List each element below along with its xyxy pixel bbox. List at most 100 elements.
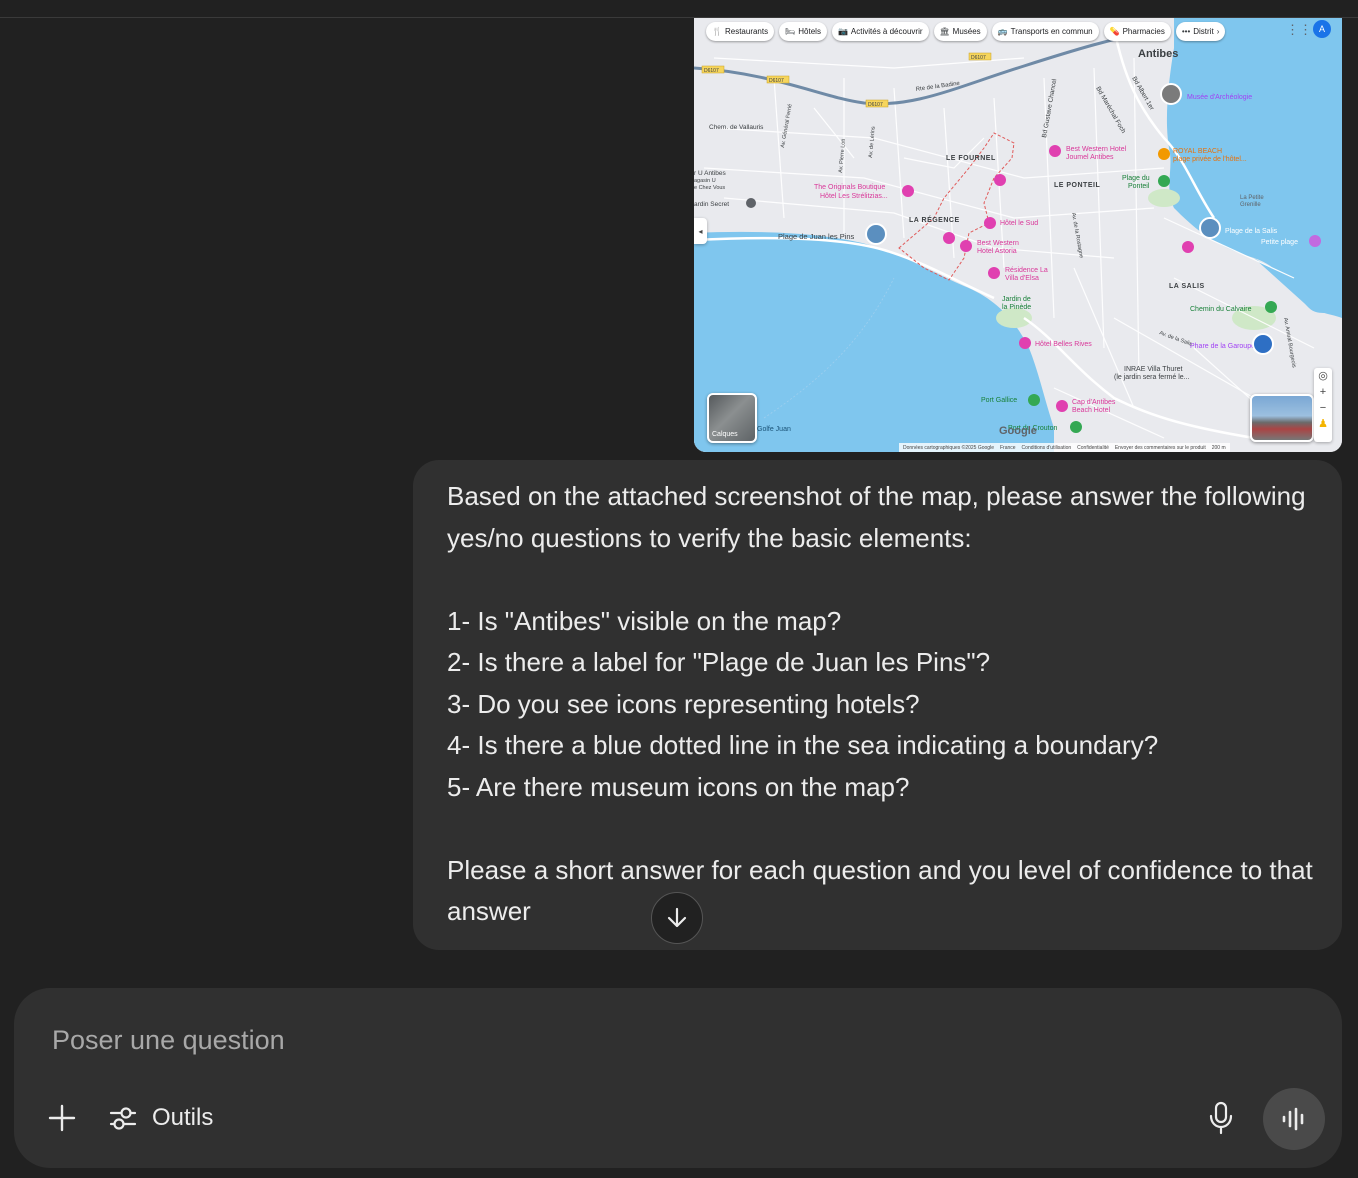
hotel-icon[interactable]: [1056, 400, 1068, 412]
prompt-input[interactable]: [50, 1014, 1254, 1066]
hotel-icon[interactable]: [1182, 241, 1194, 253]
svg-text:agasin U: agasin U: [694, 178, 716, 184]
svg-text:Résidence La: Résidence La: [1005, 267, 1048, 274]
chip-pharmacies[interactable]: 💊 Pharmacies: [1103, 22, 1171, 41]
street-view-thumbnail[interactable]: [1250, 394, 1314, 442]
attached-map-screenshot[interactable]: Antibes Musée d'Archéologie ROYAL BEACH …: [694, 18, 1342, 452]
scroll-down-button[interactable]: [651, 892, 703, 944]
svg-text:D6107: D6107: [704, 68, 719, 74]
marina-marker-icon[interactable]: [1028, 394, 1040, 406]
layers-label: Calques: [712, 431, 738, 438]
google-logo: Google: [999, 425, 1037, 437]
tools-label: Outils: [152, 1104, 214, 1131]
svg-text:Musée d'Archéologie: Musée d'Archéologie: [1187, 94, 1252, 101]
beach-icon[interactable]: [1309, 235, 1321, 247]
zoom-out-button[interactable]: −: [1320, 400, 1326, 416]
microphone-icon: [1209, 1101, 1233, 1135]
waveform-icon: [1282, 1107, 1304, 1131]
add-attachment-button[interactable]: [42, 1098, 82, 1138]
apps-grid-icon[interactable]: ⋮⋮: [1286, 23, 1312, 37]
pegman-icon[interactable]: ♟: [1318, 416, 1328, 432]
chip-more[interactable]: ••• Distrit ›: [1175, 22, 1226, 41]
user-message-text: Based on the attached screenshot of the …: [447, 481, 1313, 926]
chip-museums[interactable]: 🏛 Musées: [933, 22, 987, 41]
svg-text:Phare de la Garoupe: Phare de la Garoupe: [1190, 343, 1255, 350]
museum-photo-icon[interactable]: [1160, 83, 1182, 105]
hotel-icon[interactable]: [984, 217, 996, 229]
svg-text:D6107: D6107: [868, 102, 883, 108]
user-message-bubble: Based on the attached screenshot of the …: [413, 460, 1342, 950]
svg-text:LE PONTEIL: LE PONTEIL: [1054, 182, 1100, 189]
svg-text:Cap d'Antibes: Cap d'Antibes: [1072, 399, 1116, 406]
svg-text:Best Western: Best Western: [977, 240, 1019, 247]
svg-text:r U Antibes: r U Antibes: [694, 170, 727, 177]
museum-icon: 🏛: [939, 27, 950, 36]
my-location-icon[interactable]: ◎: [1318, 368, 1328, 384]
restaurant-icon: 🍴: [712, 27, 722, 36]
svg-text:LE FOURNEL: LE FOURNEL: [946, 155, 996, 162]
sliders-icon: [109, 1107, 137, 1130]
svg-text:Hôtel Belles Rives: Hôtel Belles Rives: [1035, 341, 1092, 348]
svg-text:Plage de la Salis: Plage de la Salis: [1225, 228, 1278, 235]
antibes-label: Antibes: [1138, 48, 1178, 60]
zoom-in-button[interactable]: +: [1320, 384, 1326, 400]
svg-text:Port Gallice: Port Gallice: [981, 397, 1017, 404]
hotel-icon[interactable]: [943, 232, 955, 244]
svg-text:Best Western Hotel: Best Western Hotel: [1066, 146, 1127, 153]
hotel-icon[interactable]: [960, 240, 972, 252]
svg-text:LA RÉGENCE: LA RÉGENCE: [909, 215, 960, 224]
plus-icon: [48, 1104, 76, 1132]
svg-text:ardin Secret: ardin Secret: [694, 201, 729, 208]
category-chips: 🍴 Restaurants 🛏 Hôtels 📷 Activités à découv…: [706, 22, 1226, 42]
tools-button[interactable]: Outils: [108, 1096, 213, 1140]
svg-text:Plage du: Plage du: [1122, 175, 1150, 182]
svg-text:Grenille: Grenille: [1240, 202, 1261, 208]
svg-text:Hotel Astoria: Hotel Astoria: [977, 248, 1017, 255]
svg-text:Hôtel le Sud: Hôtel le Sud: [1000, 220, 1038, 227]
svg-text:Chem. de Vallauris: Chem. de Vallauris: [709, 124, 764, 131]
svg-text:ROYAL BEACH: ROYAL BEACH: [1173, 148, 1222, 155]
park-marker-icon[interactable]: [1158, 175, 1170, 187]
marina-marker-icon[interactable]: [1070, 421, 1082, 433]
layers-button[interactable]: Calques: [707, 393, 757, 443]
hotel-icon[interactable]: [1049, 145, 1061, 157]
arrow-down-icon: [667, 907, 687, 928]
chip-hotels[interactable]: 🛏 Hôtels: [779, 22, 827, 41]
svg-text:Golfe Juan: Golfe Juan: [757, 426, 791, 433]
pharmacy-icon: 💊: [1109, 27, 1120, 36]
hotel-icon[interactable]: [994, 174, 1006, 186]
camera-icon: 📷: [837, 27, 848, 36]
voice-mode-button[interactable]: [1263, 1088, 1325, 1150]
hotel-icon[interactable]: [988, 267, 1000, 279]
svg-text:la Pinède: la Pinède: [1002, 304, 1031, 311]
composer: Outils: [14, 988, 1342, 1168]
svg-text:Ponteil: Ponteil: [1128, 183, 1150, 190]
lighthouse-photo-icon[interactable]: [1252, 333, 1274, 355]
svg-text:Joumel Antibes: Joumel Antibes: [1066, 154, 1114, 161]
beach-photo-icon[interactable]: [1199, 217, 1221, 239]
avatar[interactable]: A: [1313, 20, 1331, 38]
svg-text:(le jardin sera fermé le...: (le jardin sera fermé le...: [1114, 374, 1190, 381]
svg-text:Petite plage: Petite plage: [1261, 239, 1298, 246]
chip-restaurants[interactable]: 🍴 Restaurants: [706, 22, 775, 41]
place-marker-icon[interactable]: [746, 198, 756, 208]
svg-text:plage privée de l'hôtel...: plage privée de l'hôtel...: [1173, 156, 1247, 163]
svg-text:INRAE Villa Thuret: INRAE Villa Thuret: [1124, 366, 1183, 373]
beach-photo-icon[interactable]: [865, 223, 887, 245]
svg-text:Villa d'Elsa: Villa d'Elsa: [1005, 275, 1039, 282]
svg-text:Chemin du Calvaire: Chemin du Calvaire: [1190, 306, 1252, 313]
svg-text:Hôtel Les Strélitzias...: Hôtel Les Strélitzias...: [820, 193, 888, 200]
chip-transit[interactable]: 🚌 Transports en commun: [991, 22, 1099, 41]
map-controls: ◎ + − ♟: [1314, 368, 1332, 442]
svg-text:D6107: D6107: [971, 55, 986, 61]
park-marker-icon[interactable]: [1265, 301, 1277, 313]
hotel-icon[interactable]: [1019, 337, 1031, 349]
chevron-left-icon: ◂: [698, 226, 703, 236]
collapse-panel-button[interactable]: ◂: [694, 218, 707, 244]
hotel-icon[interactable]: [902, 185, 914, 197]
map-canvas: Antibes Musée d'Archéologie ROYAL BEACH …: [694, 18, 1342, 452]
restaurant-marker-icon[interactable]: [1158, 148, 1170, 160]
chip-activities[interactable]: 📷 Activités à découvrir: [831, 22, 929, 41]
svg-text:Beach Hotel: Beach Hotel: [1072, 407, 1111, 414]
dictate-button[interactable]: [1201, 1098, 1241, 1138]
